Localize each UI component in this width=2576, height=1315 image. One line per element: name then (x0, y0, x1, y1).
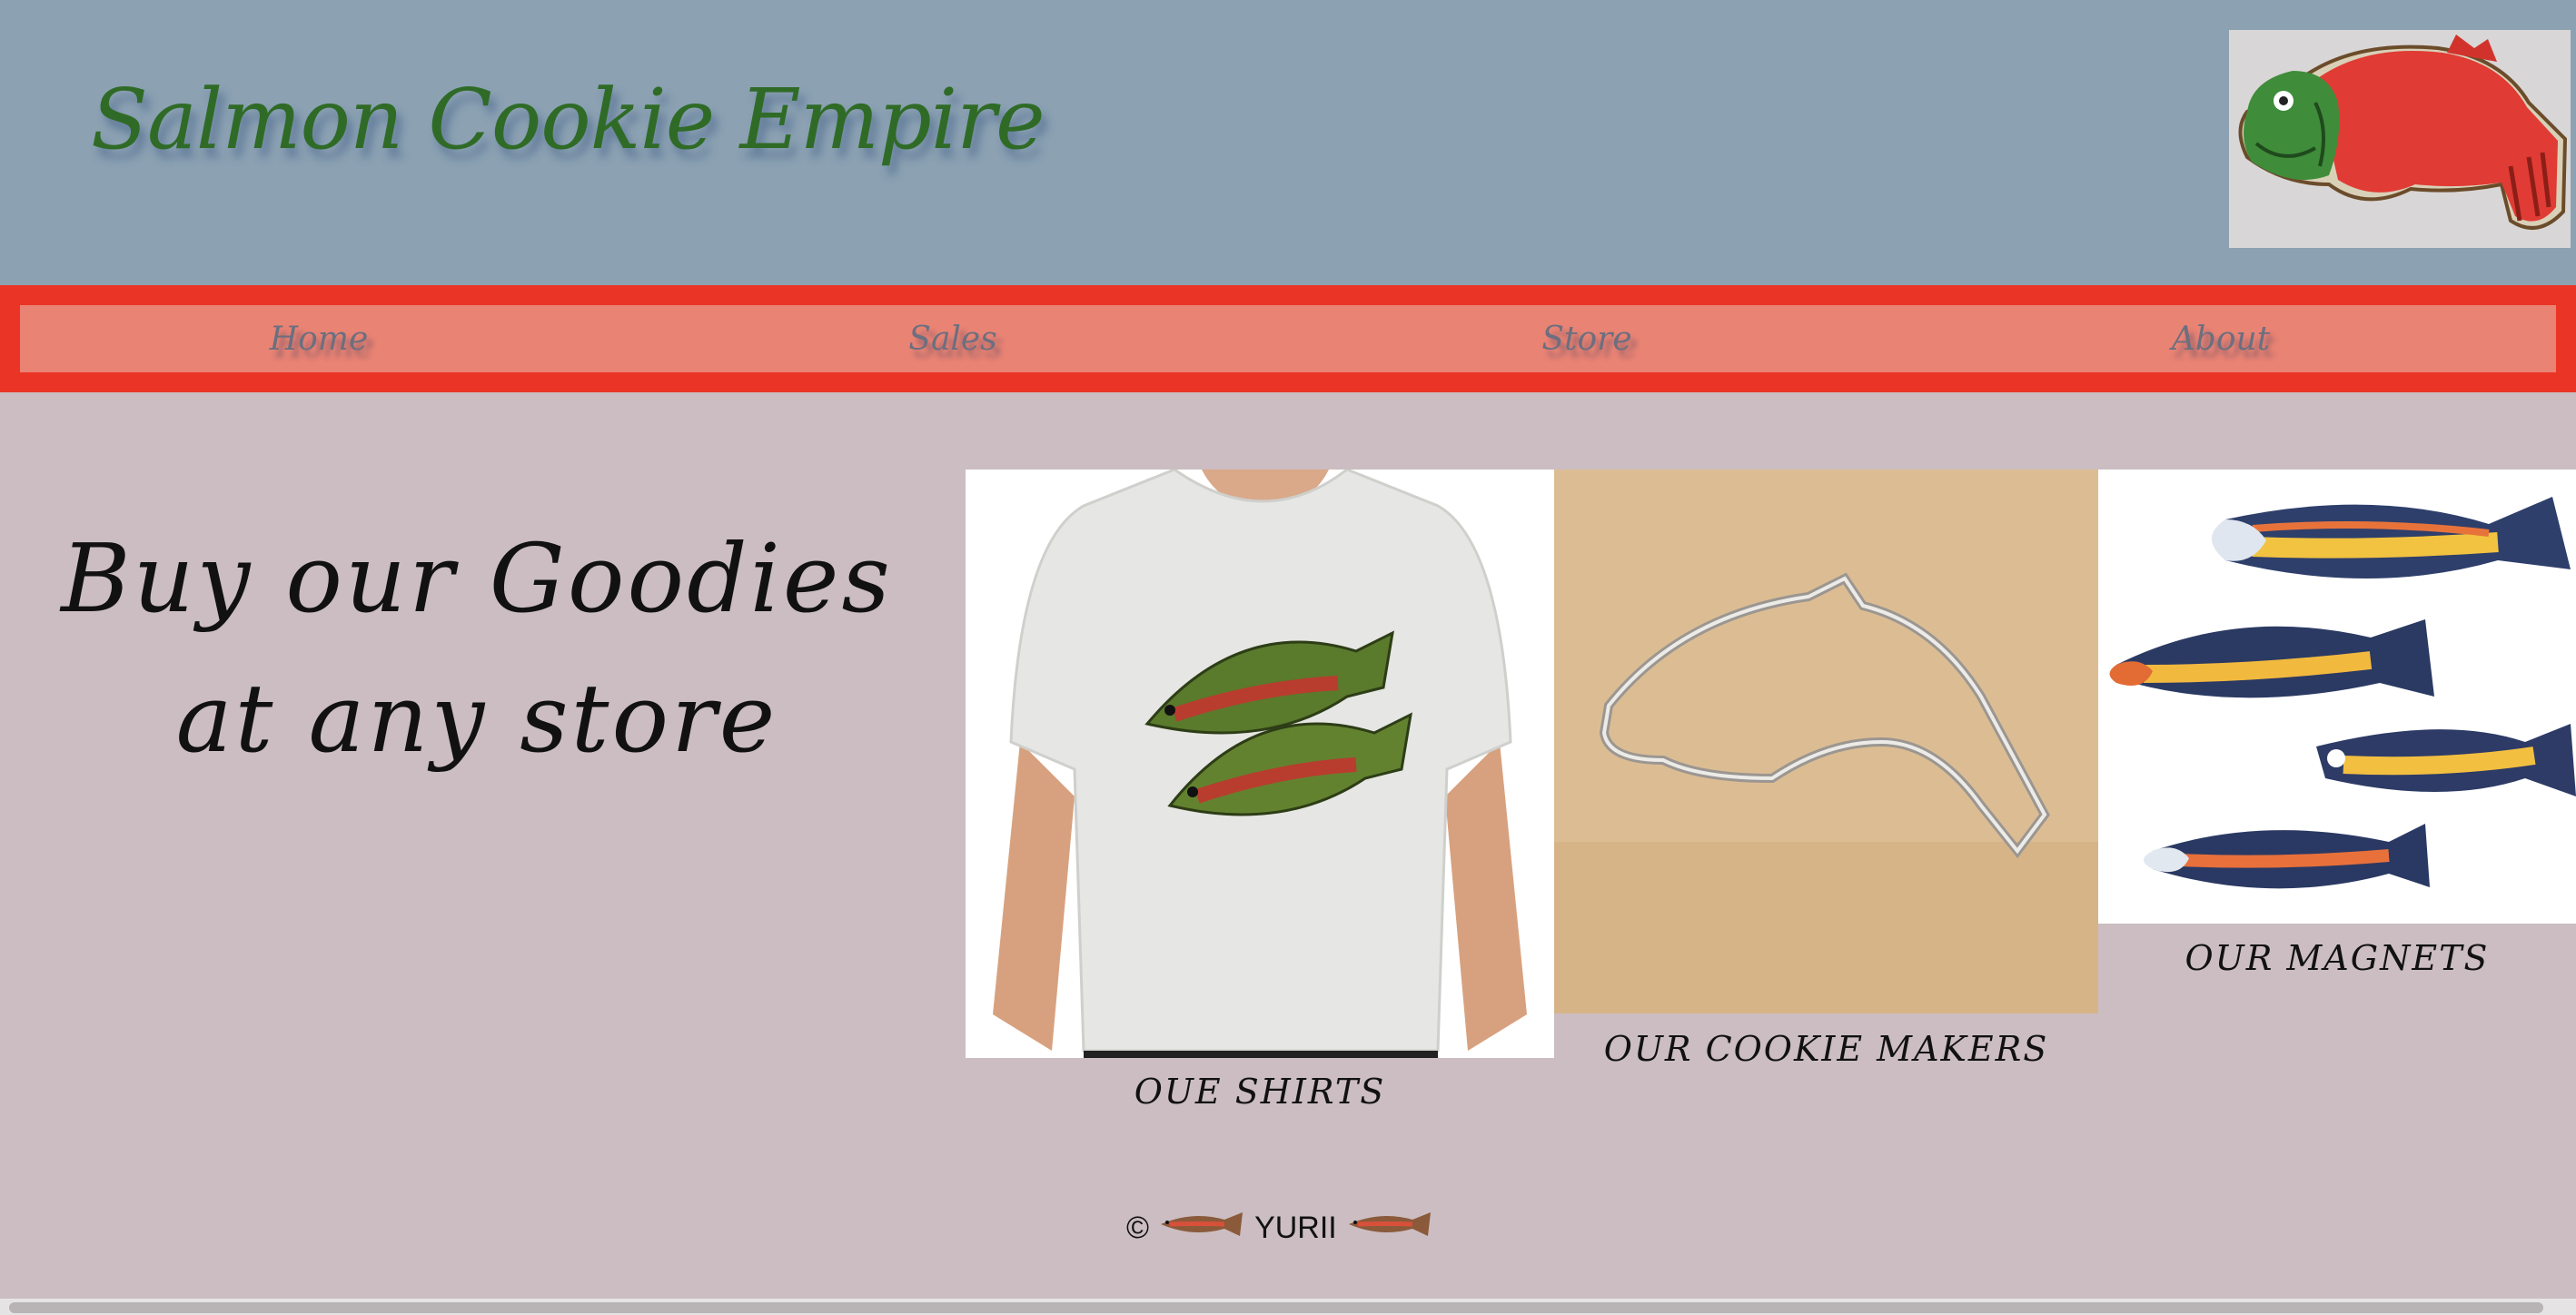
promo-line-1: Buy our Goodies (61, 523, 893, 634)
product-caption-cookie-makers: OUR COOKIE MAKERS (1603, 1029, 2049, 1069)
horizontal-scrollbar[interactable] (0, 1299, 2576, 1315)
product-caption-shirts: OUE SHIRTS (1134, 1072, 1386, 1112)
nav-store-link[interactable]: Store (1288, 305, 1922, 372)
scrollbar-thumb[interactable] (9, 1302, 2543, 1313)
salmon-icon (1156, 1211, 1247, 1246)
salmon-magnets-image (2098, 470, 2576, 924)
salmon-cookie-icon (2229, 30, 2571, 248)
promo-heading: Buy our Goodies at any store (54, 509, 899, 788)
nav-about-link[interactable]: About (1922, 305, 2556, 372)
site-title: Salmon Cookie Empire (91, 71, 1045, 168)
salmon-cookie-cutter-image (1554, 470, 2098, 1013)
main-nav: Home Sales Store About (0, 285, 2576, 392)
site-header: Salmon Cookie Empire (0, 0, 2576, 285)
nav-sales-link[interactable]: Sales (654, 305, 1288, 372)
nav-bar: Home Sales Store About (20, 305, 2556, 372)
promo-line-2: at any store (175, 663, 778, 774)
footer: © YURII (1126, 1206, 1435, 1250)
copyright-symbol: © (1126, 1210, 1150, 1245)
product-caption-magnets: OUR MAGNETS (2185, 938, 2490, 978)
salmon-icon (1344, 1211, 1435, 1246)
footer-name: YURII (1254, 1210, 1337, 1245)
salmon-tshirt-image (966, 470, 1554, 1058)
nav-home-link[interactable]: Home (20, 305, 654, 372)
